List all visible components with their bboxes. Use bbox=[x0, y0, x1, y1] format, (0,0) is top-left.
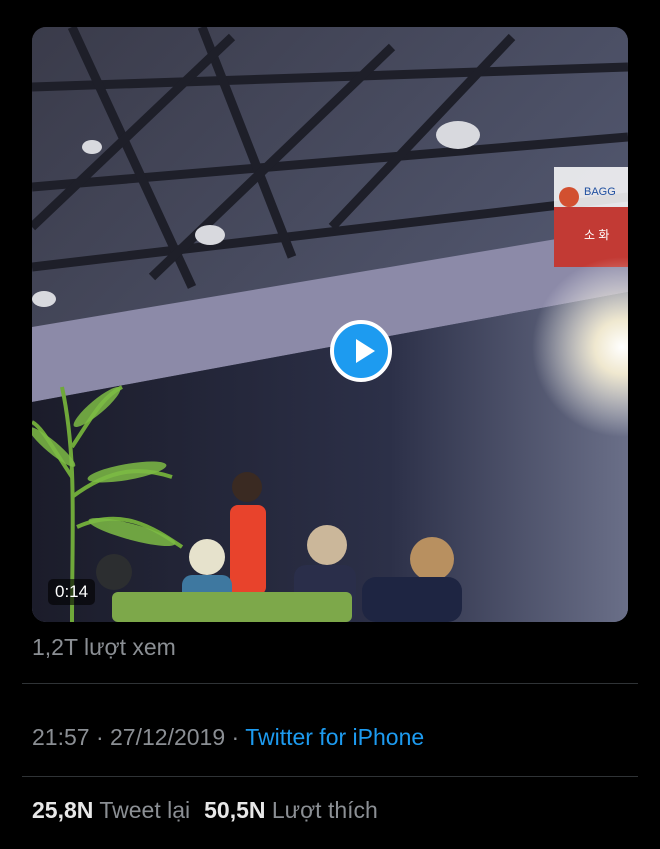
meta-separator: · bbox=[95, 724, 104, 750]
tweet-video[interactable]: BAGG 소 화 bbox=[32, 27, 628, 622]
sign-text-2: 소 화 bbox=[584, 228, 609, 242]
sign-text: BAGG bbox=[584, 186, 616, 198]
divider-2 bbox=[22, 776, 638, 777]
video-duration: 0:14 bbox=[48, 579, 96, 605]
stage-lamp bbox=[96, 554, 132, 590]
stage-planter bbox=[112, 592, 352, 622]
retweets-count: 25,8N bbox=[32, 797, 94, 823]
play-icon bbox=[356, 339, 375, 363]
tweet-source-link[interactable]: Twitter for iPhone bbox=[245, 724, 424, 750]
tweet-time[interactable]: 21:57 bbox=[32, 724, 90, 750]
retweets-label: Tweet lại bbox=[99, 797, 191, 823]
play-button[interactable] bbox=[330, 320, 392, 382]
likes-label: Lượt thích bbox=[271, 797, 378, 823]
tweet-stats: 25,8N Tweet lại 50,5N Lượt thích bbox=[32, 797, 378, 824]
likes-stat[interactable]: 50,5N Lượt thích bbox=[204, 797, 378, 823]
video-frame: BAGG 소 화 bbox=[32, 27, 628, 622]
view-count: 1,2T lượt xem bbox=[32, 634, 176, 660]
tweet-meta: 21:57 · 27/12/2019 · Twitter for iPhone bbox=[32, 724, 424, 751]
exit-sign: BAGG 소 화 bbox=[554, 167, 628, 267]
retweets-stat[interactable]: 25,8N Tweet lại bbox=[32, 797, 190, 823]
likes-count: 50,5N bbox=[204, 797, 266, 823]
divider bbox=[22, 683, 638, 684]
tweet-date[interactable]: 27/12/2019 bbox=[110, 724, 225, 750]
meta-separator-2: · bbox=[231, 724, 240, 750]
